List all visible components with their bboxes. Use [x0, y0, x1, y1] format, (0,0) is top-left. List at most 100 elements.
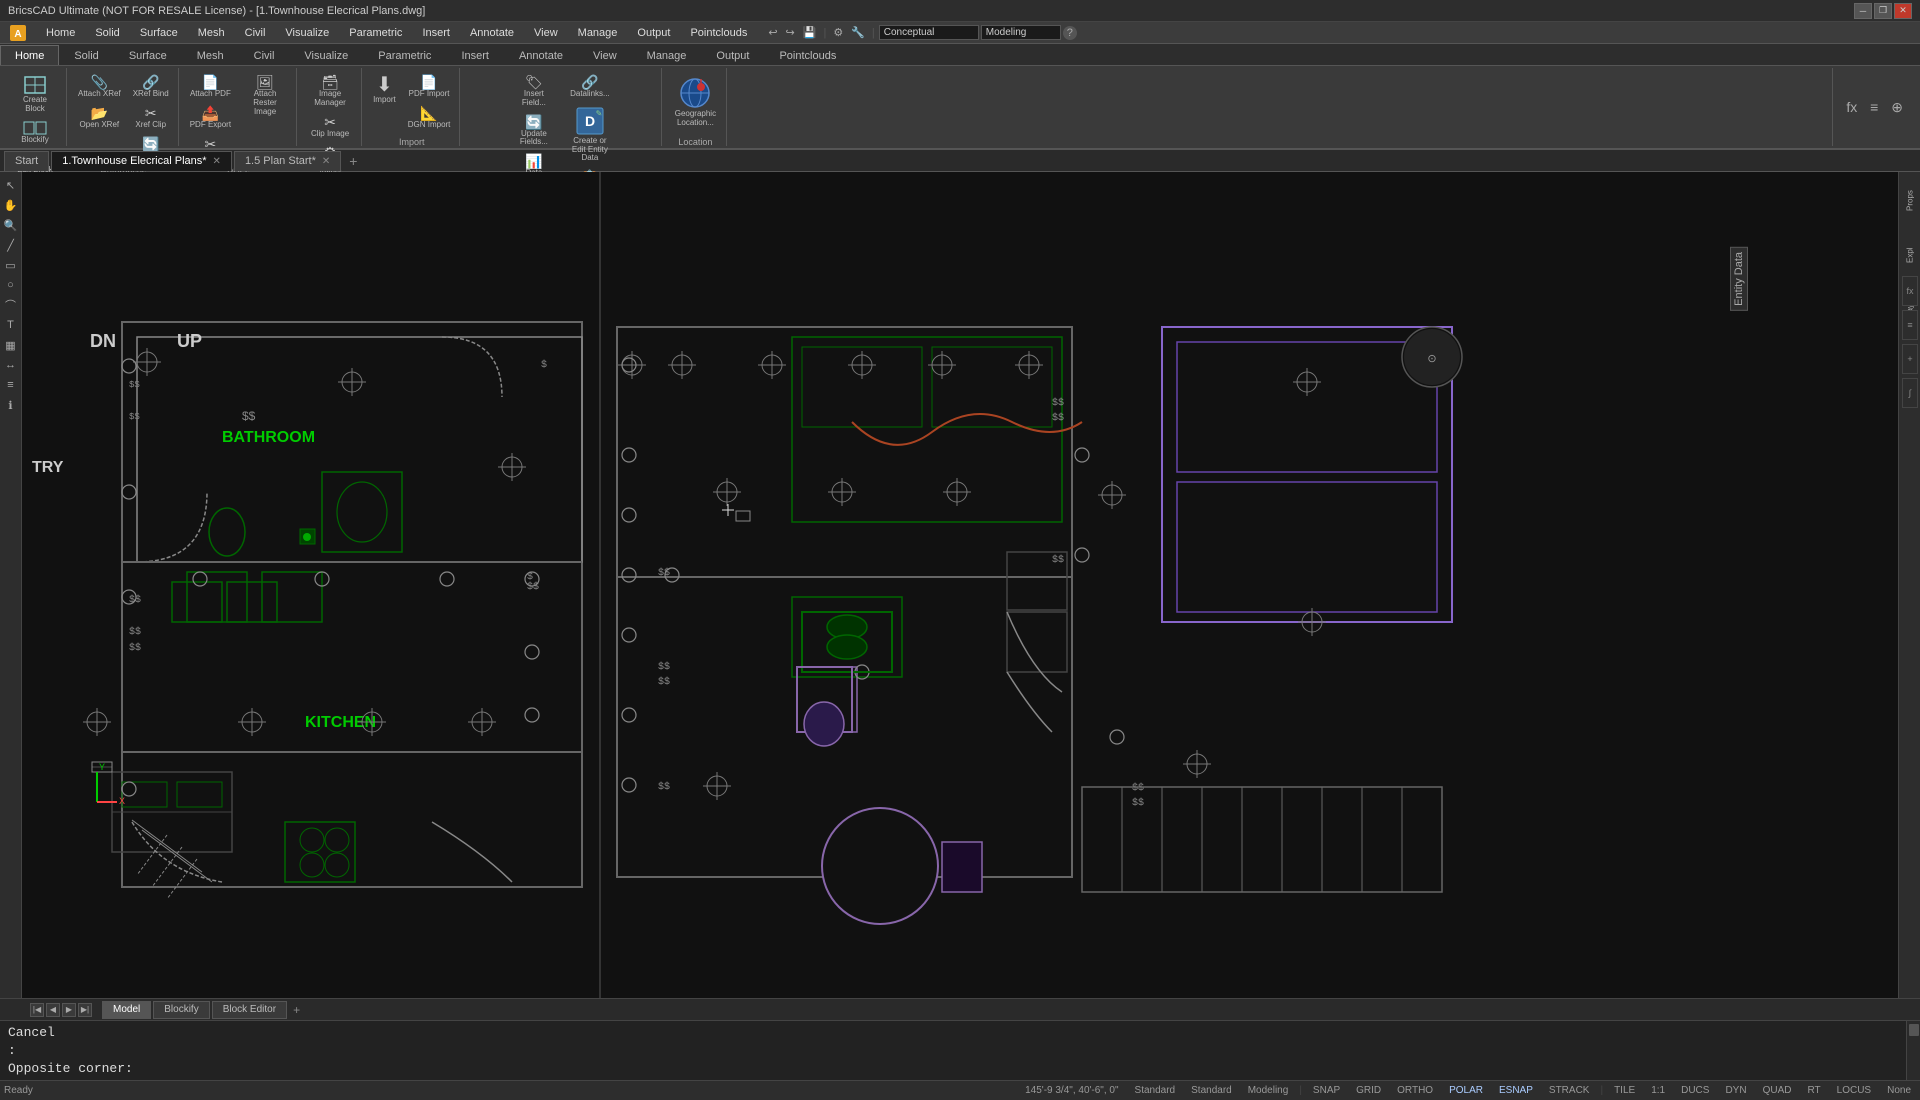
menu-output[interactable]: Output [627, 22, 680, 43]
tool2-icon[interactable]: 🔧 [848, 25, 868, 40]
status-ducs[interactable]: DUCS [1676, 1084, 1714, 1097]
ribbon-tab-insert[interactable]: Insert [446, 45, 504, 65]
blockify-button[interactable]: Blockify [8, 118, 62, 148]
menu-pointclouds[interactable]: Pointclouds [680, 22, 757, 43]
attach-xref-button[interactable]: 📎 Attach XRef [73, 72, 126, 102]
tab-nav-last[interactable]: ▶| [78, 1003, 92, 1017]
entity-data-panel[interactable]: Entity Data [1730, 247, 1748, 311]
menu-insert[interactable]: Insert [412, 22, 460, 43]
ribbon-tool-2[interactable]: ≡ [1864, 96, 1884, 119]
menu-mesh[interactable]: Mesh [188, 22, 235, 43]
ribbon-tab-manage[interactable]: Manage [632, 45, 702, 65]
status-modeling[interactable]: Modeling [1243, 1084, 1294, 1097]
status-none[interactable]: None [1882, 1084, 1916, 1097]
menu-manage[interactable]: Manage [568, 22, 628, 43]
status-esnap[interactable]: ESNAP [1494, 1084, 1538, 1097]
properties-panel-toggle[interactable]: Props [1901, 176, 1919, 226]
workspace-input[interactable] [981, 25, 1061, 40]
status-tile[interactable]: TILE [1609, 1084, 1640, 1097]
ribbon-tab-output[interactable]: Output [701, 45, 764, 65]
zoom-tool[interactable]: 🔍 [2, 216, 20, 234]
ribbon-tab-mesh[interactable]: Mesh [182, 45, 239, 65]
status-grid[interactable]: GRID [1351, 1084, 1386, 1097]
block-editor-tab[interactable]: Block Editor [212, 1001, 287, 1019]
canvas-area[interactable]: BATHROOM DN UP TRY KITCHEN [22, 172, 1898, 998]
menu-civil[interactable]: Civil [235, 22, 276, 43]
xref-bind-button[interactable]: 🔗 XRef Bind [128, 72, 174, 102]
ribbon-tab-civil[interactable]: Civil [239, 45, 290, 65]
right-tool-plus[interactable]: + [1902, 344, 1918, 374]
tool1-icon[interactable]: ⚙ [830, 25, 846, 40]
dgn-import-button[interactable]: 📐 DGN Import [403, 103, 456, 133]
status-scale[interactable]: 1:1 [1646, 1084, 1670, 1097]
datalinks-button[interactable]: 🔗 Datalinks... [563, 72, 617, 102]
menu-surface[interactable]: Surface [130, 22, 188, 43]
redo-icon[interactable]: ↪ [783, 25, 798, 40]
clip-image-button[interactable]: ✂ Clip Image [303, 112, 357, 142]
dim-tool[interactable]: ↔ [2, 356, 20, 374]
ribbon-tab-solid[interactable]: Solid [59, 45, 113, 65]
model-tab[interactable]: Model [102, 1001, 151, 1019]
update-fields-button[interactable]: 🔄 Update Fields... [507, 112, 561, 151]
create-block-button[interactable]: Create Block [8, 72, 62, 117]
status-dyn[interactable]: DYN [1720, 1084, 1751, 1097]
undo-icon[interactable]: ↩ [765, 25, 780, 40]
menu-home[interactable]: Home [36, 22, 85, 43]
xref-clip-button[interactable]: ✂ Xref Clip [128, 103, 174, 133]
help-icon[interactable]: ? [1063, 26, 1077, 40]
arc-tool[interactable]: ⌒ [2, 296, 20, 314]
status-strack[interactable]: STRACK [1544, 1084, 1595, 1097]
ribbon-tab-annotate[interactable]: Annotate [504, 45, 578, 65]
status-quad[interactable]: QUAD [1758, 1084, 1797, 1097]
save-icon[interactable]: 💾 [800, 25, 820, 40]
close-button[interactable]: ✕ [1894, 3, 1912, 19]
tab-nav-first[interactable]: |◀ [30, 1003, 44, 1017]
status-ortho[interactable]: ORTHO [1392, 1084, 1438, 1097]
menu-view[interactable]: View [524, 22, 568, 43]
text-tool[interactable]: T [2, 316, 20, 334]
status-snap[interactable]: SNAP [1308, 1084, 1345, 1097]
ribbon-tool-1[interactable]: fx [1841, 96, 1862, 119]
ribbon-tab-parametric[interactable]: Parametric [363, 45, 446, 65]
menu-parametric[interactable]: Parametric [339, 22, 412, 43]
attach-pdf-button[interactable]: 📄 Attach PDF [185, 72, 236, 102]
doc-tab-planstart[interactable]: 1.5 Plan Start* ✕ [234, 151, 341, 171]
ribbon-tab-home[interactable]: Home [0, 45, 59, 65]
ribbon-tab-pointclouds[interactable]: Pointclouds [764, 45, 851, 65]
add-layout-button[interactable]: + [293, 1003, 300, 1017]
image-manager-button[interactable]: 🗃 Image Manager [303, 72, 357, 111]
select-tool[interactable]: ↖ [2, 176, 20, 194]
insert-field-button[interactable]: 🏷 Insert Field... [507, 72, 561, 111]
status-locus[interactable]: LOCUS [1832, 1084, 1876, 1097]
attach-raster-button[interactable]: 🖼 Attach Rester Image [238, 72, 292, 119]
ribbon-tool-3[interactable]: ⊕ [1886, 96, 1908, 119]
menu-annotate[interactable]: Annotate [460, 22, 524, 43]
doc-tab-townhouse[interactable]: 1.Townhouse Elecrical Plans* ✕ [51, 151, 232, 171]
drawing-canvas[interactable]: BATHROOM DN UP TRY KITCHEN [22, 172, 1898, 998]
tab-nav-next[interactable]: ▶ [62, 1003, 76, 1017]
new-tab-button[interactable]: + [343, 151, 363, 171]
layer-tool[interactable]: ≡ [2, 376, 20, 394]
visual-style-input[interactable] [879, 25, 979, 40]
doc-tab-townhouse-close[interactable]: ✕ [213, 156, 221, 167]
hatch-tool[interactable]: ▦ [2, 336, 20, 354]
status-rt[interactable]: RT [1802, 1084, 1825, 1097]
ribbon-tab-view[interactable]: View [578, 45, 632, 65]
status-standard2[interactable]: Standard [1186, 1084, 1237, 1097]
pan-tool[interactable]: ✋ [2, 196, 20, 214]
status-standard1[interactable]: Standard [1130, 1084, 1181, 1097]
right-tool-fx[interactable]: fx [1902, 276, 1918, 306]
blockify-tab[interactable]: Blockify [153, 1001, 209, 1019]
restore-button[interactable]: ❐ [1874, 3, 1892, 19]
app-menu[interactable]: A [0, 22, 36, 43]
command-scrollbar[interactable] [1906, 1021, 1920, 1080]
right-tool-grid[interactable]: ≡ [1902, 310, 1918, 340]
status-polar[interactable]: POLAR [1444, 1084, 1488, 1097]
right-tool-param[interactable]: ∫ [1902, 378, 1918, 408]
rect-tool[interactable]: ▭ [2, 256, 20, 274]
pdf-import-button[interactable]: 📄 PDF Import [403, 72, 456, 102]
tab-nav-prev[interactable]: ◀ [46, 1003, 60, 1017]
doc-tab-start[interactable]: Start [4, 151, 49, 171]
create-edit-entity-button[interactable]: D ✎ Create or Edit Entity Data [563, 103, 617, 166]
doc-tab-planstart-close[interactable]: ✕ [322, 156, 330, 167]
